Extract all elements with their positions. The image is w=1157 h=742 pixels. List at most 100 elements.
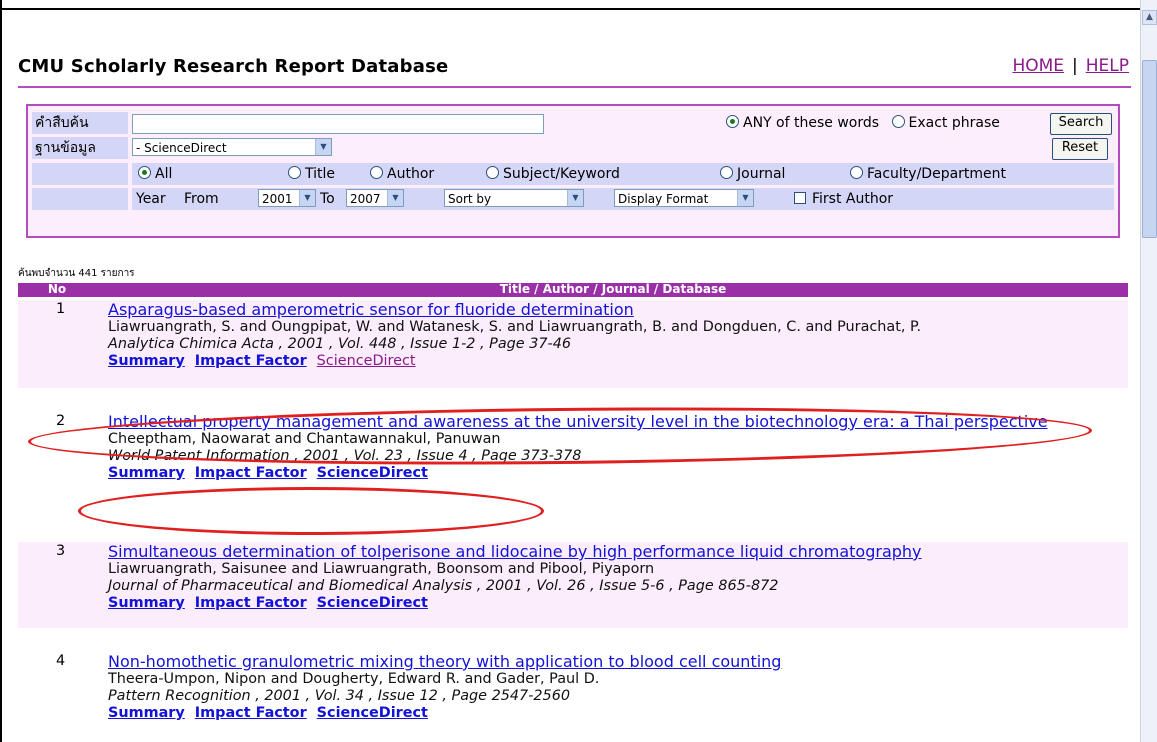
- field-option-faculty[interactable]: Faculty/Department: [850, 166, 1006, 182]
- field-option-all[interactable]: All: [138, 166, 172, 182]
- year-to-value: 2007: [350, 192, 381, 206]
- radio-exact-label: Exact phrase: [908, 115, 1000, 131]
- result-links: Summary Impact Factor ScienceDirect: [108, 595, 1118, 612]
- radio-title[interactable]: [288, 166, 301, 179]
- scroll-thumb[interactable]: [1142, 60, 1157, 238]
- window-frame-left: [0, 0, 2, 742]
- chevron-down-icon: ▼: [315, 139, 331, 155]
- keyword-input[interactable]: [132, 114, 544, 134]
- field-option-label: Faculty/Department: [867, 166, 1007, 182]
- field-option-author[interactable]: Author: [370, 166, 434, 182]
- result-title-link[interactable]: Simultaneous determination of tolperison…: [108, 542, 1118, 561]
- field-option-subject[interactable]: Subject/Keyword: [486, 166, 620, 182]
- summary-link[interactable]: Summary: [108, 465, 185, 481]
- result-body: Asparagus-based amperometric sensor for …: [108, 300, 1118, 370]
- radio-author[interactable]: [370, 166, 383, 179]
- options-label-cell: [32, 188, 128, 210]
- result-authors: Theera-Umpon, Nipon and Dougherty, Edwar…: [108, 671, 600, 687]
- impact-factor-link[interactable]: Impact Factor: [195, 595, 307, 611]
- result-count: ค้นพบจำนวน 441 รายการ: [18, 268, 135, 279]
- window-frame-top: [0, 0, 1141, 10]
- page-title: CMU Scholarly Research Report Database: [18, 56, 449, 77]
- top-links: HOME | HELP: [1012, 56, 1129, 76]
- first-author-checkbox[interactable]: [794, 192, 806, 204]
- sort-by-value: Sort by: [448, 192, 492, 206]
- result-title-link[interactable]: Non-homothetic granulometric mixing theo…: [108, 652, 1118, 671]
- result-body: Simultaneous determination of tolperison…: [108, 542, 1118, 612]
- radio-faculty[interactable]: [850, 166, 863, 179]
- field-label-cell: [32, 163, 128, 185]
- result-number: 3: [56, 543, 66, 559]
- field-option-label: Subject/Keyword: [503, 166, 620, 182]
- keyword-row: คำสืบค้น ANY of these words Exact phrase…: [32, 112, 1114, 135]
- search-mode-group: ANY of these words Exact phrase: [726, 115, 1000, 131]
- impact-factor-link[interactable]: Impact Factor: [195, 353, 307, 369]
- summary-link[interactable]: Summary: [108, 705, 185, 721]
- sciencedirect-link[interactable]: ScienceDirect: [317, 705, 428, 721]
- radio-any-label: ANY of these words: [743, 115, 880, 131]
- link-separator: |: [1072, 56, 1078, 76]
- first-author-label: First Author: [812, 191, 894, 207]
- result-number: 2: [56, 413, 66, 429]
- result-item: 3 Simultaneous determination of tolperis…: [18, 542, 1128, 628]
- result-journal: Analytica Chimica Acta , 2001 , Vol. 448…: [108, 336, 572, 352]
- radio-exact-phrase[interactable]: [891, 115, 905, 128]
- field-option-journal[interactable]: Journal: [720, 166, 785, 182]
- reset-button[interactable]: Reset: [1052, 138, 1108, 160]
- results-header: No Title / Author / Journal / Database: [18, 282, 1128, 297]
- database-select[interactable]: - ScienceDirect ▼: [132, 138, 332, 156]
- scroll-up-icon[interactable]: ▲: [1142, 10, 1157, 25]
- result-authors: Liawruangrath, S. and Oungpipat, W. and …: [108, 319, 922, 335]
- chevron-down-icon: ▼: [299, 190, 315, 206]
- year-label: Year: [136, 191, 166, 207]
- result-links: Summary Impact Factor ScienceDirect: [108, 705, 1118, 722]
- field-option-title[interactable]: Title: [288, 166, 335, 182]
- chevron-down-icon: ▼: [567, 190, 583, 206]
- from-label: From: [184, 191, 219, 207]
- col-title-header: Title / Author / Journal / Database: [499, 282, 727, 296]
- result-links: Summary Impact Factor ScienceDirect: [108, 465, 1088, 482]
- home-link[interactable]: HOME: [1012, 56, 1064, 76]
- database-label: ฐานข้อมูล: [32, 137, 128, 159]
- annotation-oval-links: [78, 487, 544, 535]
- radio-journal[interactable]: [720, 166, 733, 179]
- options-band: Year From 2001 ▼ To 2007 ▼ Sort by ▼ Dis…: [132, 188, 1114, 210]
- result-item: 1 Asparagus-based amperometric sensor fo…: [18, 300, 1128, 388]
- database-select-value: - ScienceDirect: [136, 141, 227, 155]
- display-format-value: Display Format: [618, 192, 709, 206]
- year-from-select[interactable]: 2001 ▼: [258, 189, 316, 207]
- field-row: All Title Author Subject/Keyword Journal…: [32, 163, 1114, 185]
- result-number: 4: [56, 653, 66, 669]
- title-divider: [18, 86, 1131, 88]
- radio-all[interactable]: [138, 166, 151, 179]
- options-row: Year From 2001 ▼ To 2007 ▼ Sort by ▼ Dis…: [32, 188, 1114, 210]
- radio-any-words[interactable]: [726, 115, 739, 128]
- result-links: Summary Impact Factor ScienceDirect: [108, 353, 1118, 370]
- search-panel: คำสืบค้น ANY of these words Exact phrase…: [26, 104, 1120, 238]
- radio-subject[interactable]: [486, 166, 499, 179]
- search-button[interactable]: Search: [1050, 113, 1112, 135]
- result-journal: Pattern Recognition , 2001 , Vol. 34 , I…: [108, 688, 571, 704]
- sort-by-select[interactable]: Sort by ▼: [444, 189, 584, 207]
- database-row: ฐานข้อมูล - ScienceDirect ▼ Reset: [32, 137, 1114, 160]
- vertical-scrollbar[interactable]: ▲: [1140, 0, 1157, 742]
- chevron-down-icon: ▼: [387, 190, 403, 206]
- sciencedirect-link[interactable]: ScienceDirect: [317, 353, 416, 369]
- summary-link[interactable]: Summary: [108, 595, 185, 611]
- summary-link[interactable]: Summary: [108, 353, 185, 369]
- sciencedirect-link[interactable]: ScienceDirect: [317, 465, 428, 481]
- sciencedirect-link[interactable]: ScienceDirect: [317, 595, 428, 611]
- year-to-select[interactable]: 2007 ▼: [346, 189, 404, 207]
- help-link[interactable]: HELP: [1086, 56, 1129, 76]
- display-format-select[interactable]: Display Format ▼: [614, 189, 754, 207]
- result-number: 1: [56, 301, 66, 317]
- result-body: Non-homothetic granulometric mixing theo…: [108, 652, 1118, 722]
- impact-factor-link[interactable]: Impact Factor: [195, 465, 307, 481]
- to-label: To: [320, 191, 335, 207]
- result-title-link[interactable]: Asparagus-based amperometric sensor for …: [108, 300, 1118, 319]
- impact-factor-link[interactable]: Impact Factor: [195, 705, 307, 721]
- first-author-option[interactable]: First Author: [794, 191, 893, 207]
- field-band: All Title Author Subject/Keyword Journal…: [132, 163, 1114, 185]
- field-option-label: Journal: [737, 166, 786, 182]
- year-from-value: 2001: [262, 192, 293, 206]
